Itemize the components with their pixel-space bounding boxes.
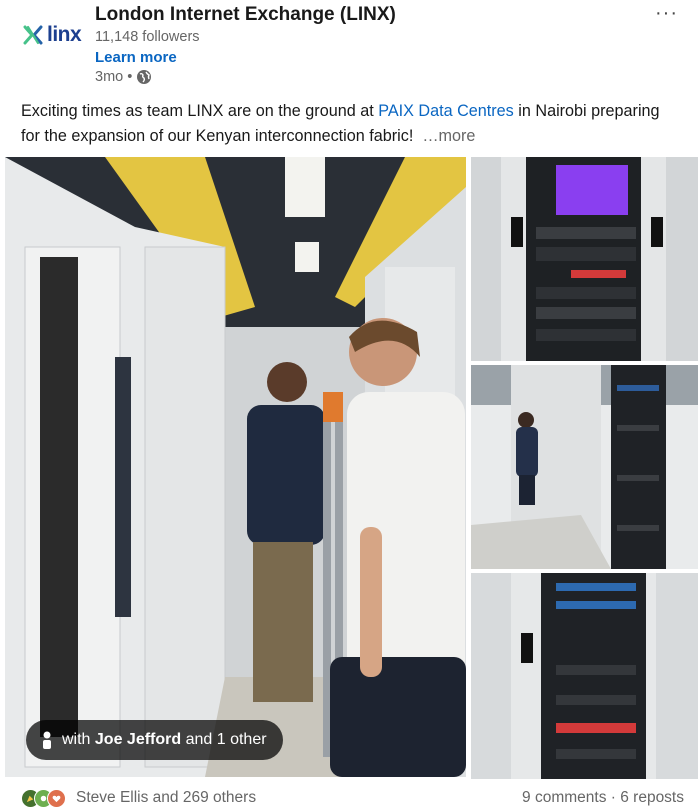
logo-wordmark: linx — [47, 23, 82, 46]
mention-link[interactable]: PAIX Data Centres — [378, 102, 514, 120]
post-header: linx London Internet Exchange (LINX) 11,… — [0, 0, 698, 92]
image-grid: with Joe Jefford and 1 other — [0, 157, 698, 779]
tag-prefix: with — [62, 731, 95, 748]
tag-person: Joe Jefford — [94, 731, 182, 748]
linx-logo-icon — [23, 25, 43, 45]
reposts-link[interactable]: 6 reposts — [620, 789, 684, 806]
reaction-icons[interactable] — [21, 789, 66, 808]
engagement-counts: 9 comments · 6 reposts — [522, 789, 684, 807]
globe-icon — [137, 70, 152, 84]
rack-photo-1[interactable] — [471, 157, 698, 361]
rack-photo-2[interactable] — [471, 365, 698, 569]
post-text-start: Exciting times as team LINX are on the g… — [21, 102, 379, 120]
follower-count: 11,148 followers — [95, 29, 200, 45]
meta-separator: • — [127, 69, 133, 85]
post-age: 3mo — [95, 69, 124, 85]
see-more-link[interactable]: …more — [422, 127, 475, 145]
social-counts-bar: Steve Ellis and 269 others 9 comments · … — [0, 784, 698, 810]
post-meta: 3mo • — [95, 69, 152, 85]
counts-separator: · — [606, 789, 621, 806]
more-options-icon[interactable]: ··· — [655, 2, 678, 25]
rack-photo-3[interactable] — [471, 573, 698, 779]
learn-more-link[interactable]: Learn more — [95, 49, 177, 66]
reactors-link[interactable]: Steve Ellis and 269 others — [76, 789, 256, 807]
company-logo[interactable]: linx — [22, 22, 86, 48]
tagged-people-pill[interactable]: with Joe Jefford and 1 other — [26, 720, 283, 760]
love-reaction-icon — [47, 789, 66, 808]
main-photo[interactable]: with Joe Jefford and 1 other — [5, 157, 466, 777]
post-body: Exciting times as team LINX are on the g… — [21, 99, 681, 149]
person-icon — [43, 731, 51, 749]
tag-suffix: and 1 other — [181, 731, 267, 748]
company-name-link[interactable]: London Internet Exchange (LINX) — [95, 4, 396, 26]
comments-link[interactable]: 9 comments — [522, 789, 606, 806]
